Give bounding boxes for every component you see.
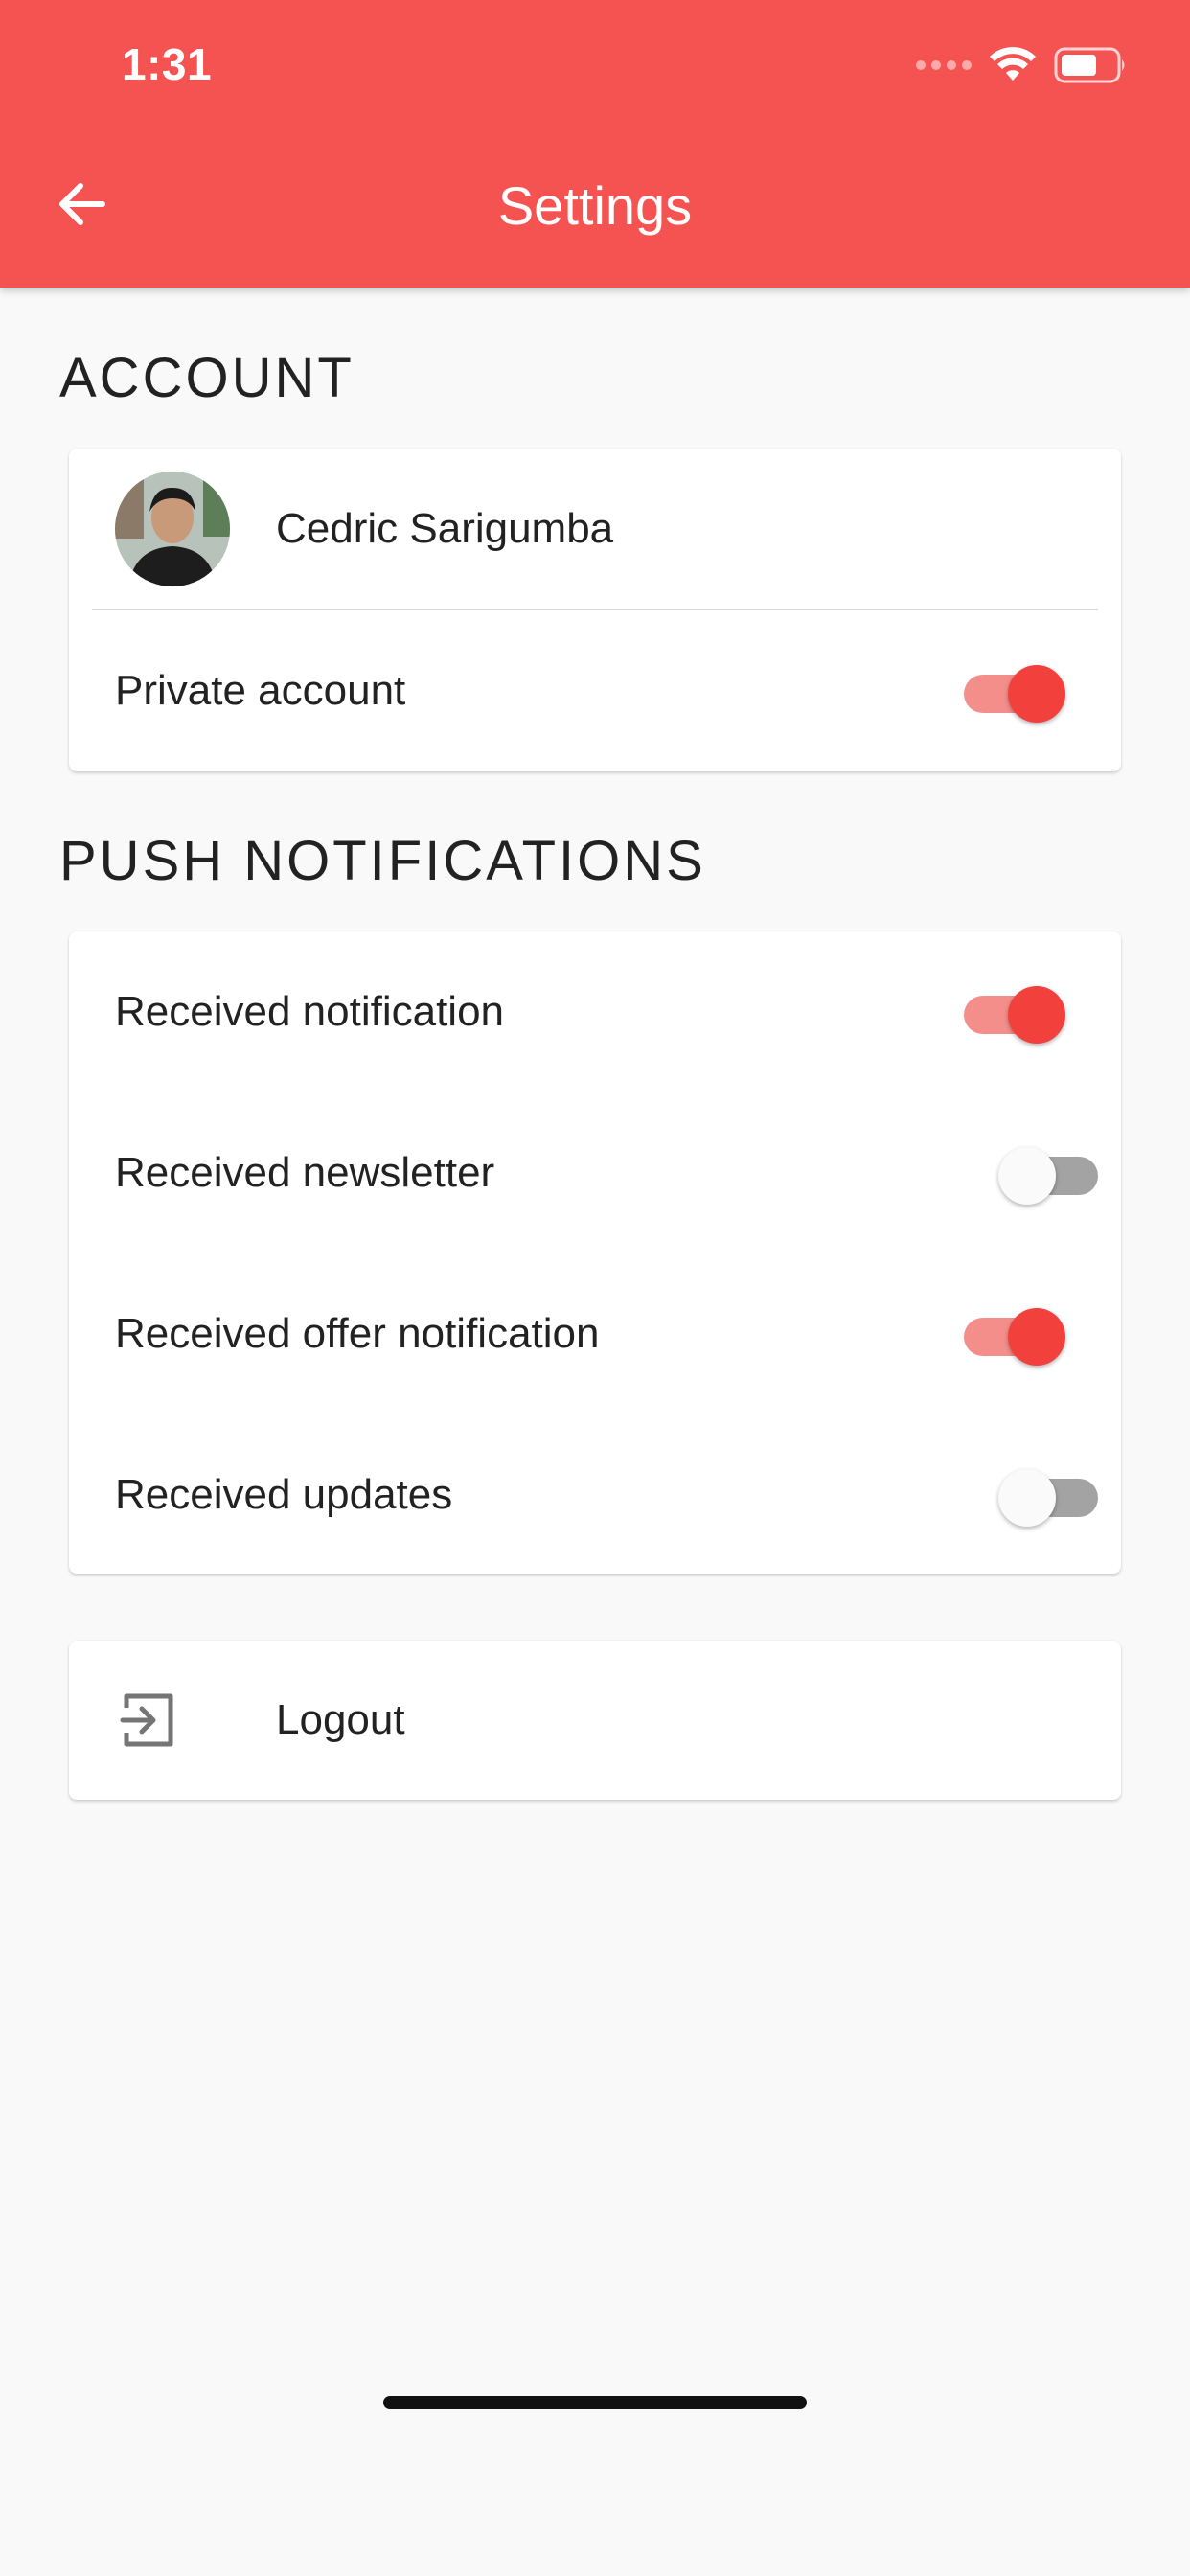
toggle-thumb [1008,1308,1065,1366]
received-newsletter-toggle[interactable] [998,1138,1104,1206]
notification-row-newsletter: Received newsletter [69,1092,1121,1254]
account-section-header: ACCOUNT [59,347,355,409]
received-notification-toggle[interactable] [960,978,1065,1045]
avatar-image [115,472,230,586]
notification-row-offer: Received offer notification [69,1254,1121,1414]
page-title: Settings [497,175,693,236]
toggle-thumb [1008,665,1065,723]
profile-row[interactable]: Cedric Sarigumba [69,448,1121,610]
notification-label: Received newsletter [115,1149,495,1196]
notification-label: Received notification [115,988,505,1035]
toggle-thumb [998,1469,1056,1527]
logout-label: Logout [276,1696,405,1743]
notification-row-updates: Received updates [69,1414,1121,1574]
notification-row-received: Received notification [69,932,1121,1092]
home-indicator [383,2396,807,2409]
logout-icon [120,1693,173,1747]
private-account-toggle[interactable] [960,656,1065,724]
battery-icon [1054,47,1125,83]
push-notifications-section-header: PUSH NOTIFICATIONS [59,830,706,892]
account-card: Cedric Sarigumba Private account [69,448,1121,771]
avatar[interactable] [115,472,230,586]
toggle-thumb [998,1147,1056,1205]
private-account-row: Private account [69,610,1121,771]
user-name: Cedric Sarigumba [276,505,614,552]
wifi-icon [990,47,1036,80]
push-notifications-card: Received notification Received newslette… [69,932,1121,1574]
toggle-thumb [1008,986,1065,1044]
logout-button[interactable]: Logout [69,1641,1121,1800]
status-time: 1:31 [122,39,213,89]
app-bar: 1:31 Settings [0,0,1190,288]
received-updates-toggle[interactable] [998,1460,1104,1528]
status-icons [916,44,1129,86]
private-account-label: Private account [115,667,406,714]
received-offer-notification-toggle[interactable] [960,1300,1065,1367]
notification-label: Received offer notification [115,1310,600,1357]
signal-icon [916,60,972,70]
notification-label: Received updates [115,1471,453,1518]
